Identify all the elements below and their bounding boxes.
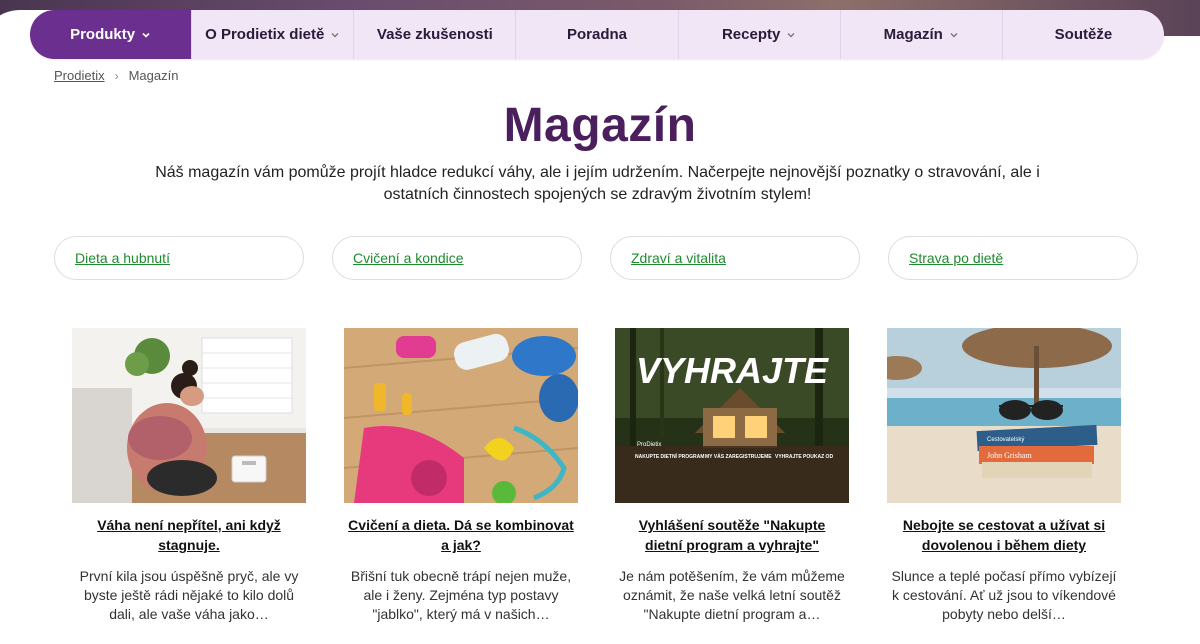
- chevron-down-icon: [787, 32, 795, 37]
- svg-text:Cestovatelský: Cestovatelský: [987, 437, 1024, 443]
- article-title-link[interactable]: Vyhlášení soutěže "Nakupte dietní progra…: [615, 515, 849, 555]
- article-title-link[interactable]: Cvičení a dieta. Dá se kombinovat a jak?: [344, 515, 578, 555]
- breadcrumb-current: Magazín: [128, 68, 179, 83]
- nav-item-magazin[interactable]: Magazín: [841, 10, 1003, 59]
- woman-with-scale-image[interactable]: [72, 328, 306, 503]
- contest-cabin-image[interactable]: VYHRAJTE ProDietix NAKUPTE DIETNÍ PROGRA…: [615, 328, 849, 503]
- nav-item-label: Produkty: [70, 26, 136, 43]
- nav-item-o-prodietix[interactable]: O Prodietix dietě: [192, 10, 355, 59]
- category-pill[interactable]: Cvičení a kondice: [332, 236, 582, 280]
- nav-item-label: Recepty: [721, 26, 781, 43]
- category-pill[interactable]: Zdraví a vitalita: [610, 236, 860, 280]
- article-card: Váha není nepřítel, ani když stagnuje. P…: [72, 328, 306, 624]
- chevron-down-icon: [950, 32, 958, 37]
- svg-text:NAKUPTE DIETNÍ PROGRAM: NAKUPTE DIETNÍ PROGRAM: [635, 452, 704, 460]
- nav-item-label: O Prodietix dietě: [205, 26, 325, 43]
- svg-text:VYHRAJTE: VYHRAJTE: [636, 350, 829, 391]
- category-link-strava[interactable]: Strava po dietě: [909, 250, 1003, 266]
- article-title-link[interactable]: Váha není nepřítel, ani když stagnuje.: [72, 515, 306, 555]
- category-pill[interactable]: Dieta a hubnutí: [54, 236, 304, 280]
- breadcrumb-home-link[interactable]: Prodietix: [54, 68, 105, 83]
- svg-text:John Grisham: John Grisham: [987, 451, 1032, 460]
- nav-item-produkty[interactable]: Produkty: [30, 10, 193, 59]
- svg-text:VYHRAJTE POUKAZ OD: VYHRAJTE POUKAZ OD: [775, 454, 833, 460]
- category-link-dieta[interactable]: Dieta a hubnutí: [75, 250, 170, 266]
- breadcrumb: Prodietix › Magazín: [54, 68, 178, 83]
- article-excerpt: Slunce a teplé počasí přímo vybízejí k c…: [891, 568, 1117, 622]
- main-navigation: Produkty O Prodietix dietě Vaše zkušenos…: [30, 10, 1164, 59]
- nav-item-poradna[interactable]: Poradna: [516, 10, 679, 59]
- chevron-down-icon: [142, 32, 150, 38]
- beach-books-image[interactable]: Cestovatelský John Grisham: [887, 328, 1121, 503]
- nav-item-label: Magazín: [883, 26, 943, 43]
- svg-text:MY VÁS ZAREGISTRUJEME: MY VÁS ZAREGISTRUJEME: [705, 453, 772, 460]
- nav-item-label: Poradna: [566, 26, 627, 43]
- category-link-cviceni[interactable]: Cvičení a kondice: [353, 250, 464, 266]
- svg-text:ProDietix: ProDietix: [637, 442, 661, 448]
- category-link-zdravi[interactable]: Zdraví a vitalita: [631, 250, 726, 266]
- fitness-equipment-image[interactable]: [344, 328, 578, 503]
- category-list: Dieta a hubnutí Cvičení a kondice Zdraví…: [54, 236, 1144, 282]
- nav-item-label: Soutěže: [1054, 26, 1113, 43]
- nav-item-label: Vaše zkušenosti: [376, 26, 493, 43]
- article-excerpt: První kila jsou úspěšně pryč, ale vy bys…: [79, 568, 299, 622]
- chevron-down-icon: [331, 32, 339, 37]
- category-pill[interactable]: Strava po dietě: [888, 236, 1138, 280]
- page-title: Magazín: [503, 99, 697, 152]
- article-excerpt: Břišní tuk obecně trápí nejen muže, ale …: [350, 568, 572, 622]
- page-intro: Náš magazín vám pomůže projít hladce red…: [155, 164, 1040, 203]
- nav-item-recepty[interactable]: Recepty: [679, 10, 841, 59]
- nav-item-zkusenosti[interactable]: Vaše zkušenosti: [354, 10, 517, 59]
- article-card: Cvičení a dieta. Dá se kombinovat a jak?…: [344, 328, 578, 624]
- article-card: VYHRAJTE ProDietix NAKUPTE DIETNÍ PROGRA…: [615, 328, 849, 624]
- article-excerpt: Je nám potěšením, že vám můžeme oznámit,…: [619, 568, 845, 622]
- article-title-link[interactable]: Nebojte se cestovat a užívat si dovoleno…: [887, 515, 1121, 555]
- nav-item-souteze[interactable]: Soutěže: [1003, 10, 1164, 59]
- article-card: Cestovatelský John Grisham Nebojte se ce…: [887, 328, 1121, 624]
- breadcrumb-separator: ›: [114, 68, 119, 83]
